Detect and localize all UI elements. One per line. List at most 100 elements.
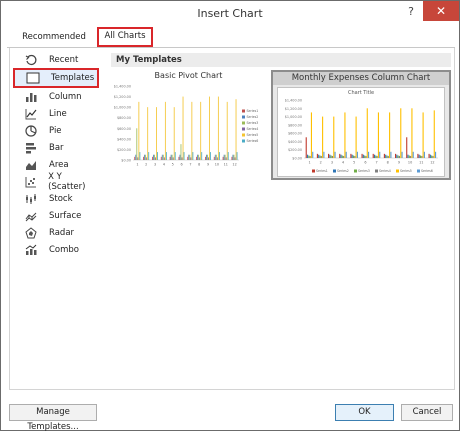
x-tick-label: 1 [136, 162, 138, 166]
tab-recommended-charts[interactable]: Recommended Charts [11, 30, 97, 57]
template-thumbnail-basic-pivot[interactable]: Basic Pivot Chart $1,400.00 $1,200.00 $1,0… [111, 70, 266, 180]
category-label: Stock [49, 193, 73, 204]
bar [136, 128, 138, 160]
y-tick-label: $200.00 [288, 148, 302, 152]
bar [173, 107, 175, 160]
bar [365, 155, 367, 158]
category-column[interactable]: Column [13, 88, 99, 105]
x-tick-label: 11 [224, 162, 228, 166]
bar [421, 155, 423, 158]
title-bar: Insert Chart ? ✕ [1, 1, 459, 27]
y-tick-label: $400.00 [288, 140, 302, 144]
bar [231, 156, 233, 160]
bar [154, 154, 155, 160]
bar [200, 101, 202, 160]
manage-templates-button[interactable]: Manage Templates... [9, 404, 97, 431]
category-templates[interactable]: Templates [13, 68, 99, 88]
bar [183, 152, 185, 160]
pie-chart-icon [23, 124, 39, 138]
bar [318, 154, 320, 158]
template-name: Monthly Expenses Column Chart [273, 72, 449, 85]
category-label: Radar [49, 227, 75, 238]
bar [408, 155, 410, 158]
bar [151, 156, 153, 160]
bar [198, 154, 200, 160]
bar [309, 155, 311, 158]
bar [143, 156, 144, 160]
category-pie[interactable]: Pie [13, 122, 99, 139]
x-tick-label: 9 [398, 160, 400, 164]
bar [191, 101, 193, 160]
line-chart-icon [23, 107, 39, 121]
category-surface[interactable]: Surface [13, 207, 99, 224]
bar [188, 154, 190, 160]
bar [207, 154, 208, 160]
bar [232, 154, 234, 160]
y-tick-label: $1,000.00 [285, 115, 302, 119]
category-label: Pie [49, 125, 62, 136]
bar [206, 154, 207, 160]
category-radar[interactable]: Radar [13, 224, 99, 241]
ok-button[interactable]: OK [335, 404, 394, 421]
bar [350, 153, 352, 158]
category-label: Templates [51, 73, 95, 83]
scatter-chart-icon [23, 175, 38, 189]
templates-icon [25, 71, 41, 85]
bar [148, 152, 150, 160]
y-tick-label: $0.00 [121, 159, 131, 163]
basic-pivot-chart-preview: $1,400.00 $1,200.00 $1,000.00 $800.00 $600.0… [114, 85, 259, 167]
bar [216, 157, 218, 160]
template-thumbnail-monthly-expenses[interactable]: Monthly Expenses Column Chart Chart Titl… [271, 70, 451, 180]
category-combo[interactable]: Combo [13, 241, 99, 258]
bar [172, 157, 174, 160]
bar [328, 153, 330, 158]
category-label: Combo [49, 244, 80, 255]
x-tick-label: 8 [387, 160, 389, 164]
bar [323, 151, 325, 158]
bar [226, 101, 228, 160]
category-bar[interactable]: Bar [13, 139, 99, 156]
combo-chart-icon [23, 243, 39, 257]
y-tick-label: $1,200.00 [285, 107, 302, 111]
x-tick-label: 12 [430, 160, 434, 164]
bar [385, 154, 387, 158]
bar [181, 157, 183, 160]
bar [344, 112, 346, 158]
bar [144, 154, 146, 160]
bar [373, 154, 376, 158]
bar [164, 101, 166, 160]
help-button[interactable]: ? [404, 4, 418, 20]
x-tick-label: 3 [154, 162, 156, 166]
bar [209, 96, 210, 160]
bar [174, 152, 176, 160]
surface-chart-icon [23, 209, 39, 223]
bar [389, 112, 391, 158]
y-tick-label: $600.00 [288, 132, 302, 136]
bar [153, 154, 154, 160]
category-stock[interactable]: Stock [13, 190, 99, 207]
legend-swatch [312, 169, 315, 173]
bar [157, 152, 158, 160]
close-button[interactable]: ✕ [423, 1, 459, 21]
cancel-button[interactable]: Cancel [401, 404, 453, 421]
legend-swatch [333, 169, 336, 173]
legend-swatch [242, 133, 245, 137]
x-tick-label: 4 [342, 160, 344, 164]
x-tick-label: 11 [419, 160, 423, 164]
bar [362, 154, 364, 158]
tab-all-charts[interactable]: All Charts [97, 27, 153, 47]
bar [192, 152, 194, 160]
bar [155, 157, 156, 160]
y-tick-label: $1,400.00 [285, 99, 302, 103]
bar [145, 154, 147, 160]
category-area[interactable]: Area [13, 156, 99, 173]
x-tick-label: 7 [375, 160, 377, 164]
category-line[interactable]: Line [13, 105, 99, 122]
bar [189, 154, 191, 160]
category-label: Line [49, 108, 67, 119]
bar [135, 154, 137, 160]
category-xy-scatter[interactable]: X Y (Scatter) [13, 172, 99, 192]
bar [386, 155, 388, 158]
legend-label: Series5 [400, 169, 412, 173]
category-recent[interactable]: Recent [13, 51, 99, 68]
